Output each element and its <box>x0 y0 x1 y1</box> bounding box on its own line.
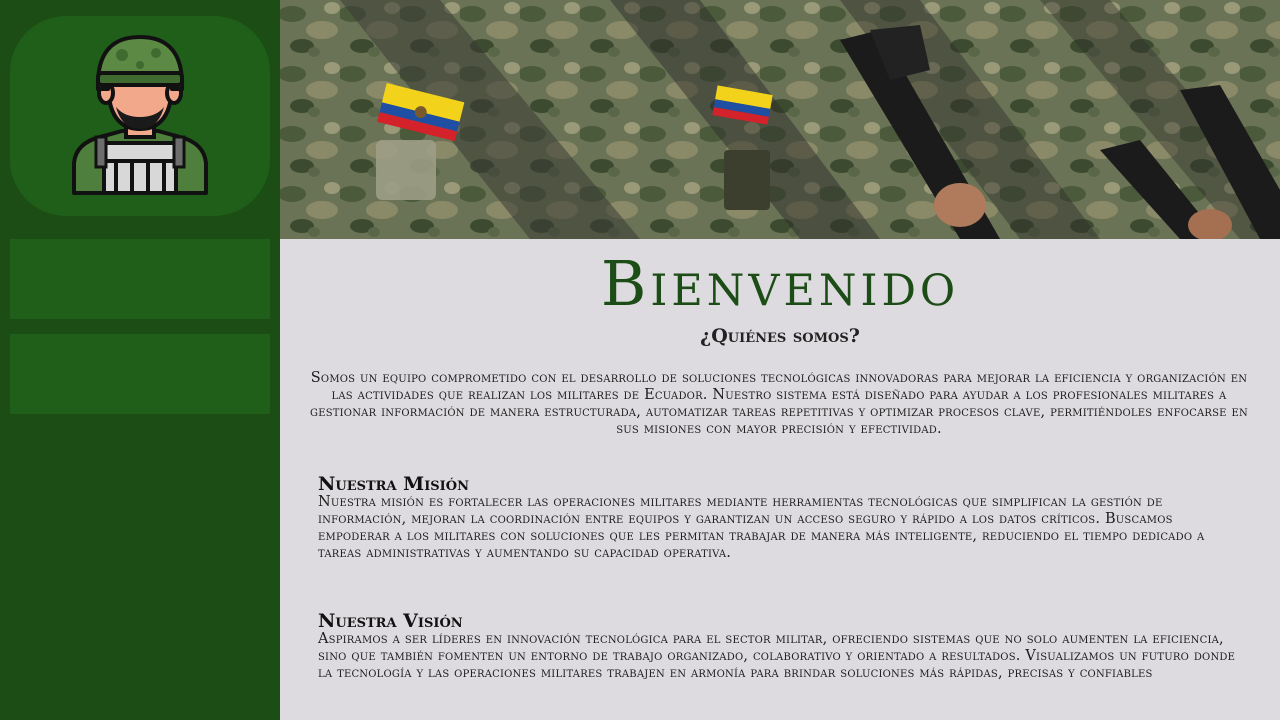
intro-paragraph: Somos un equipo comprometido con el desa… <box>310 370 1248 437</box>
vision-title: Nuestra Visión <box>318 610 463 632</box>
page-subtitle: ¿Quiénes somos? <box>700 325 860 347</box>
page-title: Bienvenido <box>600 247 960 320</box>
mission-body: Nuestra misión es fortalecer las operaci… <box>318 494 1205 561</box>
sidebar-button-1[interactable] <box>10 239 270 319</box>
soldiers-photo <box>280 0 1280 239</box>
hero-image <box>280 0 1280 239</box>
soldier-avatar-icon <box>72 35 208 195</box>
avatar-card <box>10 16 270 216</box>
main-content: Bienvenido ¿Quiénes somos? Somos un equi… <box>280 239 1280 720</box>
vision-body: Aspiramos a ser líderes en innovación te… <box>318 631 1236 681</box>
sidebar-button-2[interactable] <box>10 334 270 414</box>
sidebar <box>0 0 280 720</box>
mission-title: Nuestra Misión <box>318 473 469 495</box>
